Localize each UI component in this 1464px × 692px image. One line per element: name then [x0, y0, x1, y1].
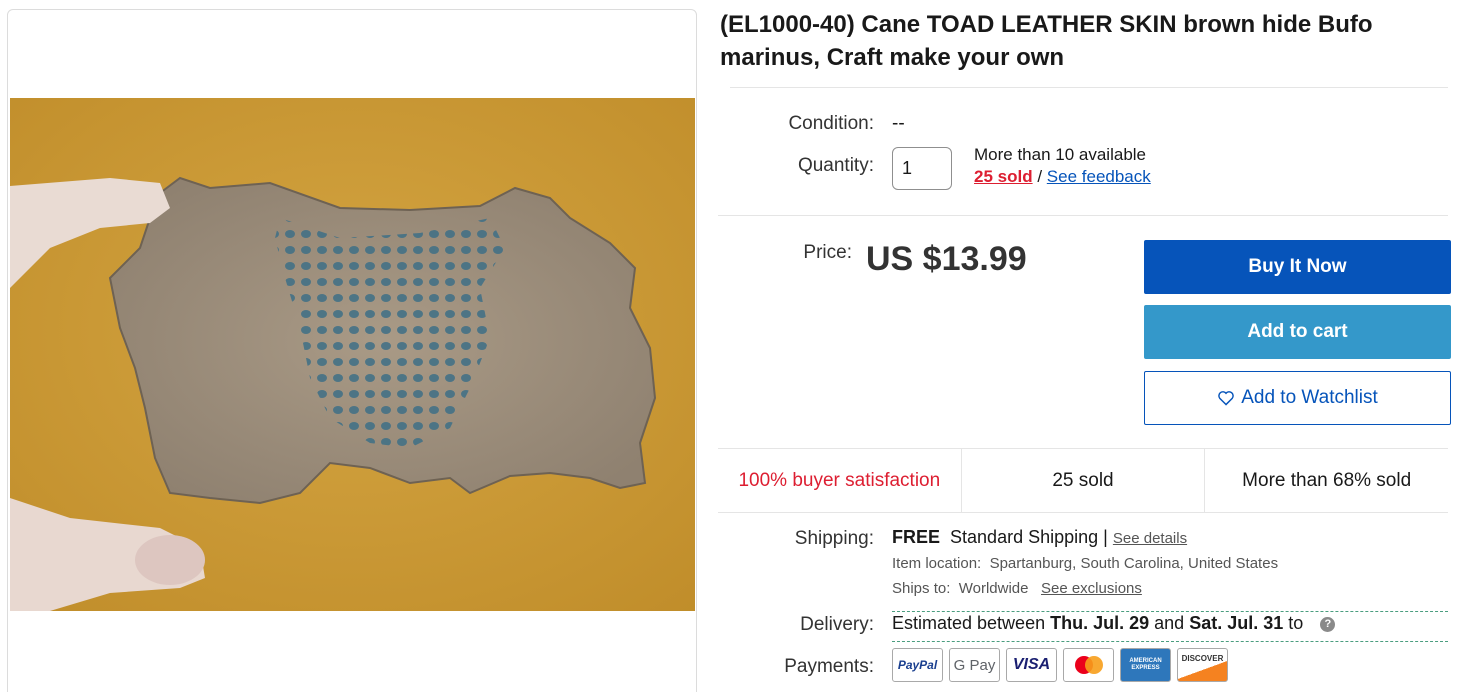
product-photo[interactable] [10, 98, 695, 611]
discover-icon: DISCOVER [1177, 648, 1228, 682]
divider [730, 87, 1448, 88]
visa-icon: VISA [1006, 648, 1057, 682]
see-feedback-link[interactable]: See feedback [1047, 167, 1151, 186]
delivery-label: Delivery: [800, 614, 874, 635]
american-express-icon: AMERICAN EXPRESS [1120, 648, 1171, 682]
shipping-method: Standard Shipping [950, 527, 1099, 547]
condition-label: Condition: [788, 113, 874, 134]
buy-it-now-button[interactable]: Buy It Now [1144, 240, 1451, 294]
ships-to-value: Worldwide [958, 580, 1029, 597]
item-location-value: Spartanburg, South Carolina, United Stat… [989, 555, 1279, 572]
quantity-input[interactable] [892, 147, 952, 190]
item-location-label: Item location: [892, 555, 982, 572]
delivery-divider-top [892, 611, 1448, 612]
price-value: US $13.99 [866, 240, 1027, 278]
sold-count-stat: 25 sold [962, 449, 1206, 512]
add-to-cart-button[interactable]: Add to cart [1144, 305, 1451, 359]
see-details-link[interactable]: See details [1113, 530, 1187, 547]
condition-value: -- [892, 113, 905, 134]
ships-to: Ships to: Worldwide See exclusions [892, 580, 1142, 597]
item-location: Item location: Spartanburg, South Caroli… [892, 555, 1278, 572]
ships-to-label: Ships to: [892, 580, 951, 597]
listing-title: (EL1000-40) Cane TOAD LEATHER SKIN brown… [720, 11, 1373, 71]
delivery-start: Thu. Jul. 29 [1050, 613, 1150, 633]
divider [718, 215, 1448, 216]
mastercard-icon [1063, 648, 1114, 682]
see-exclusions-link[interactable]: See exclusions [1041, 580, 1142, 597]
sold-separator: / [1037, 167, 1043, 186]
buyer-satisfaction-stat: 100% buyer satisfaction [718, 449, 962, 512]
sold-feedback-line: 25 sold / See feedback [974, 167, 1151, 187]
percent-sold-stat: More than 68% sold [1242, 469, 1412, 491]
google-pay-icon: G Pay [949, 648, 1000, 682]
stats-strip: 100% buyer satisfaction 25 sold More tha… [718, 448, 1448, 513]
delivery-prefix: Estimated between [892, 613, 1046, 633]
shipping-label: Shipping: [794, 528, 874, 549]
help-icon[interactable]: ? [1320, 616, 1336, 632]
add-to-watchlist-button[interactable]: Add to Watchlist [1144, 371, 1451, 425]
delivery-and: and [1154, 613, 1185, 633]
watchlist-label: Add to Watchlist [1241, 387, 1378, 408]
delivery-suffix: to [1288, 613, 1304, 633]
delivery-estimate: Estimated between Thu. Jul. 29 and Sat. … [892, 613, 1336, 634]
availability-text: More than 10 available [974, 145, 1147, 164]
quantity-label: Quantity: [797, 155, 874, 176]
payments-label: Payments: [784, 656, 874, 677]
listing-details: (EL1000-40) Cane TOAD LEATHER SKIN brown… [718, 0, 1458, 692]
sold-count-link[interactable]: 25 sold [974, 167, 1033, 186]
shipping-summary: FREE Standard Shipping | See details [892, 527, 1187, 548]
paypal-icon: PayPal [892, 648, 943, 682]
heart-icon [1218, 391, 1235, 406]
image-gallery [7, 9, 697, 692]
shipping-free: FREE [892, 527, 941, 547]
shipping-separator: | [1103, 527, 1108, 547]
payment-methods: PayPal G Pay VISA AMERICAN EXPRESS DISCO… [892, 648, 1228, 682]
price-label: Price: [803, 242, 852, 263]
delivery-end: Sat. Jul. 31 [1189, 613, 1284, 633]
delivery-divider-bottom [892, 641, 1448, 642]
